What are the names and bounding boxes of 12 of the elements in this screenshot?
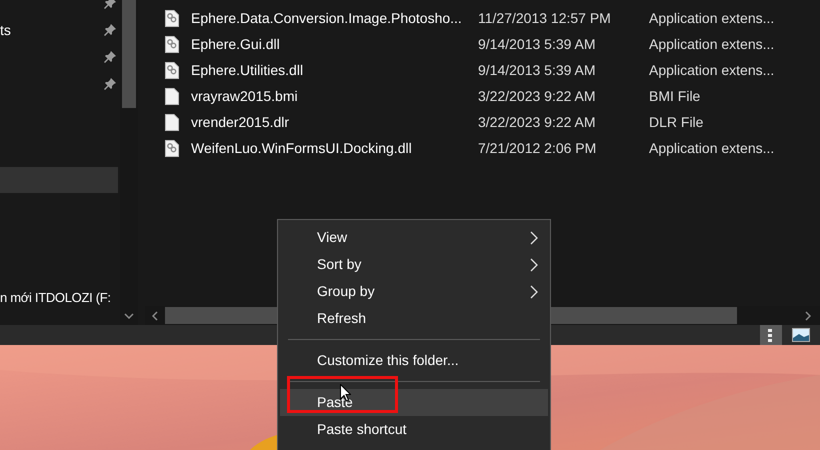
file-type: DLR File — [649, 112, 704, 132]
date-modified: 9/14/2013 5:39 AM — [478, 60, 597, 80]
file-type: BMI File — [649, 86, 700, 106]
file-type: Application extens... — [649, 60, 774, 80]
file-type: Application extens... — [649, 8, 774, 28]
date-modified: 3/22/2023 9:22 AM — [478, 86, 597, 106]
date-modified: 3/22/2023 9:22 AM — [478, 112, 597, 132]
date-modified: 11/27/2013 12:57 PM — [478, 8, 612, 28]
date-modified: 7/21/2012 2:06 PM — [478, 138, 598, 158]
file-type: Application extens... — [649, 138, 774, 158]
file-type: Application extens... — [649, 34, 774, 54]
date-modified: 9/14/2013 5:39 AM — [478, 34, 597, 54]
